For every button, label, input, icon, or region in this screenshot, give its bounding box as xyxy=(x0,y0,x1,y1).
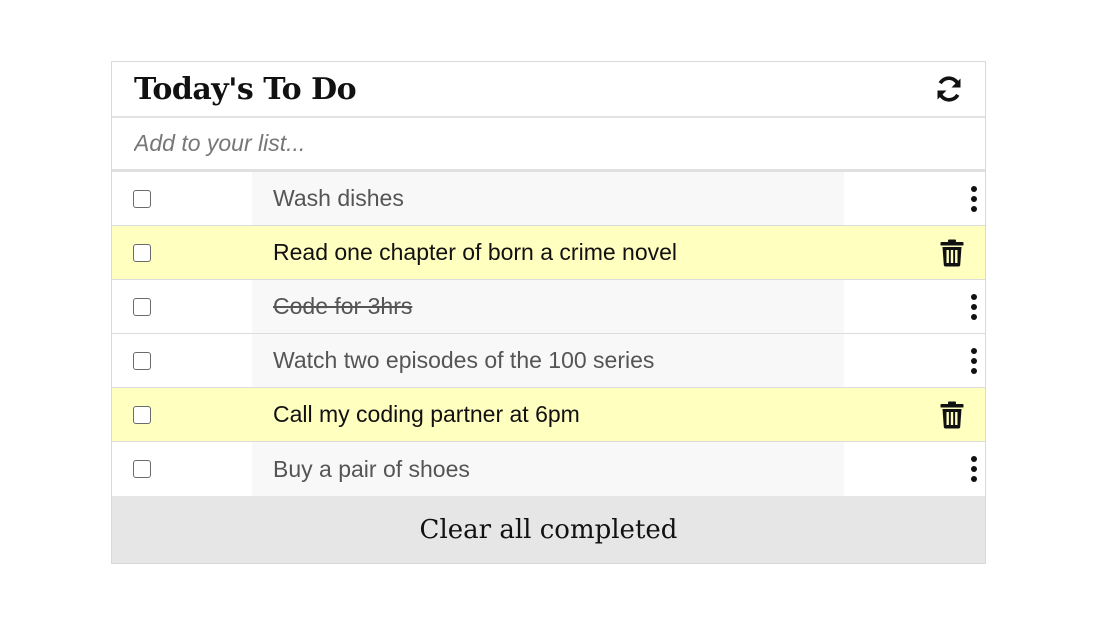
kebab-menu-icon xyxy=(971,293,977,320)
kebab-menu-icon xyxy=(971,456,977,482)
todo-text[interactable]: Watch two episodes of the 100 series xyxy=(252,334,844,387)
todo-checkbox-cell xyxy=(112,280,252,333)
trash-icon xyxy=(940,401,964,428)
page-title: Today's To Do xyxy=(134,71,357,107)
todo-checkbox-cell xyxy=(112,388,252,441)
item-menu-button[interactable] xyxy=(844,172,985,225)
clear-completed-button[interactable]: Clear all completed xyxy=(112,496,985,563)
todo-checkbox-cell xyxy=(112,442,252,496)
todo-header: Today's To Do xyxy=(112,62,985,118)
add-item-input[interactable] xyxy=(112,118,985,169)
item-menu-button[interactable] xyxy=(844,334,985,387)
todo-item: Buy a pair of shoes xyxy=(112,442,985,496)
todo-checkbox[interactable] xyxy=(133,351,151,370)
todo-item: Watch two episodes of the 100 series xyxy=(112,334,985,388)
todo-checkbox-cell xyxy=(112,172,252,225)
refresh-button[interactable] xyxy=(933,73,965,105)
todo-item: Call my coding partner at 6pm xyxy=(112,388,985,442)
todo-text[interactable]: Read one chapter of born a crime novel xyxy=(252,226,844,279)
todo-text[interactable]: Buy a pair of shoes xyxy=(252,442,844,496)
todo-checkbox[interactable] xyxy=(133,460,151,478)
refresh-icon xyxy=(937,76,961,102)
todo-checkbox[interactable] xyxy=(133,297,151,316)
delete-button[interactable] xyxy=(844,388,985,441)
todo-text[interactable]: Wash dishes xyxy=(252,172,844,225)
todo-text[interactable]: Code for 3hrs xyxy=(252,280,844,333)
todo-item: Read one chapter of born a crime novel xyxy=(112,226,985,280)
todo-checkbox[interactable] xyxy=(133,189,151,208)
todo-checkbox[interactable] xyxy=(133,405,151,424)
todo-checkbox-cell xyxy=(112,226,252,279)
item-menu-button[interactable] xyxy=(844,442,985,496)
todo-item: Wash dishes xyxy=(112,172,985,226)
delete-button[interactable] xyxy=(844,226,985,279)
add-item-row xyxy=(112,118,985,172)
item-menu-button[interactable] xyxy=(844,280,985,333)
todo-item: Code for 3hrs xyxy=(112,280,985,334)
todo-checkbox[interactable] xyxy=(133,243,151,262)
todo-card: Today's To Do Wash dishesRead one chapte… xyxy=(111,61,986,564)
kebab-menu-icon xyxy=(971,347,977,374)
todo-text[interactable]: Call my coding partner at 6pm xyxy=(252,388,844,441)
todo-list: Wash dishes Read one chapter of born a cr… xyxy=(112,172,985,496)
kebab-menu-icon xyxy=(971,185,977,212)
todo-checkbox-cell xyxy=(112,334,252,387)
trash-icon xyxy=(940,239,964,266)
